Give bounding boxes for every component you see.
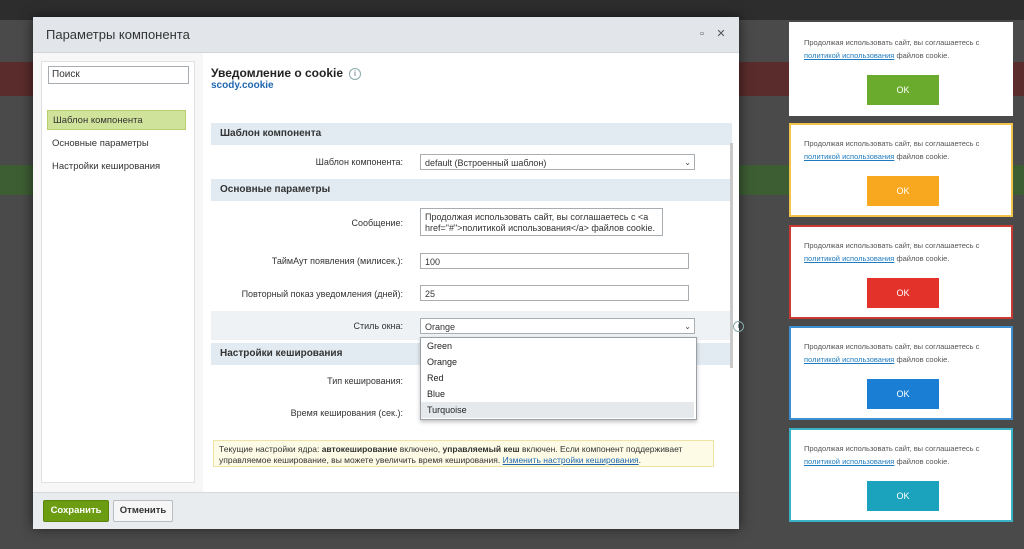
style-dropdown-list: Green Orange Red Blue Turquoise (420, 337, 697, 420)
cookie-ok-button[interactable]: OK (867, 176, 939, 206)
timeout-input[interactable]: 100 (420, 253, 689, 269)
dropdown-option[interactable]: Blue (421, 386, 694, 402)
repeat-input[interactable]: 25 (420, 285, 689, 301)
note-text: Текущие настройки ядра: (219, 444, 322, 454)
cookie-notice-text-part: Продолжая использовать сайт, вы соглашае… (804, 38, 980, 47)
cookie-policy-link[interactable]: политикой использования (804, 51, 894, 60)
dialog-body: Поиск Шаблон компонента Основные парамет… (33, 53, 744, 492)
cookie-notice-turquoise: Продолжая использовать сайт, вы соглашае… (789, 428, 1013, 522)
cookie-ok-button[interactable]: OK (867, 75, 939, 105)
cookie-notice-text: Продолжая использовать сайт, вы соглашае… (804, 137, 1004, 163)
template-label: Шаблон компонента: (315, 157, 403, 167)
note-text: управляемый кеш (442, 444, 520, 454)
cookie-notice-green: Продолжая использовать сайт, вы соглашае… (789, 22, 1013, 116)
cookie-policy-link[interactable]: политикой использования (804, 457, 894, 466)
sidebar-item-main-params[interactable]: Основные параметры (47, 134, 186, 154)
template-select[interactable]: default (Встроенный шаблон) ⌄ (420, 154, 695, 170)
cookie-notice-text-part: файлов cookie. (894, 457, 950, 466)
cache-settings-link[interactable]: Изменить настройки кеширования (503, 455, 639, 465)
info-icon[interactable]: i (349, 67, 362, 80)
cookie-notice-text-part: Продолжая использовать сайт, вы соглашае… (804, 139, 980, 148)
component-code: scody.cookie (211, 80, 274, 91)
component-title-text: Уведомление о cookie (211, 66, 344, 80)
cache-note: Текущие настройки ядра: автокеширование … (213, 440, 714, 467)
chevron-down-icon: ⌄ (684, 158, 691, 167)
dialog-title: Параметры компонента (46, 27, 190, 42)
cookie-notice-text: Продолжая использовать сайт, вы соглашае… (804, 340, 1004, 366)
note-text: автокеширование (321, 444, 398, 454)
settings-panel: Уведомление о cookie i scody.cookie Шабло… (203, 53, 744, 492)
cookie-ok-button[interactable]: OK (867, 481, 939, 511)
dropdown-option[interactable]: Green (421, 338, 694, 354)
component-settings-dialog: Параметры компонента ▫ ✕ Поиск Шаблон ко… (33, 17, 744, 529)
maximize-icon[interactable]: ▫ (696, 28, 708, 40)
cookie-notice-text-part: Продолжая использовать сайт, вы соглашае… (804, 241, 980, 250)
note-text: . (638, 455, 642, 465)
cookie-policy-link[interactable]: политикой использования (804, 355, 894, 364)
cookie-notice-text: Продолжая использовать сайт, вы соглашае… (804, 36, 1004, 62)
cookie-notice-text-part: Продолжая использовать сайт, вы соглашае… (804, 342, 980, 351)
cookie-notice-text-part: файлов cookie. (894, 355, 950, 364)
template-select-value: default (Встроенный шаблон) (425, 158, 547, 168)
timeout-label: ТаймАут появления (милисек.): (271, 256, 403, 266)
cookie-notice-text-part: файлов cookie. (894, 152, 950, 161)
cache-type-label: Тип кеширования: (327, 376, 403, 386)
message-textarea[interactable]: Продолжая использовать сайт, вы соглашае… (420, 208, 663, 236)
cookie-policy-link[interactable]: политикой использования (804, 254, 894, 263)
cancel-button[interactable]: Отменить (113, 500, 173, 522)
note-text: включено, (397, 444, 443, 454)
style-select-value: Orange (425, 322, 456, 332)
chevron-down-icon: ⌄ (684, 322, 691, 331)
dialog-footer: Сохранить Отменить (33, 492, 739, 529)
section-main: Основные параметры (211, 179, 732, 201)
sidebar: Поиск Шаблон компонента Основные парамет… (41, 61, 195, 483)
dialog-header: Параметры компонента ▫ ✕ (33, 17, 739, 53)
info-icon[interactable]: i (733, 321, 744, 332)
cookie-notice-text: Продолжая использовать сайт, вы соглашае… (804, 442, 1004, 468)
style-label: Стиль окна: (353, 321, 403, 331)
repeat-label: Повторный показ уведомления (дней): (241, 289, 403, 299)
cookie-notice-blue: Продолжая использовать сайт, вы соглашае… (789, 326, 1013, 420)
cookie-ok-button[interactable]: OK (867, 379, 939, 409)
cookie-notice-text: Продолжая использовать сайт, вы соглашае… (804, 239, 1004, 265)
dropdown-option-highlighted[interactable]: Turquoise (421, 402, 694, 418)
cookie-notice-text-part: Продолжая использовать сайт, вы соглашае… (804, 444, 980, 453)
cookie-notice-red: Продолжая использовать сайт, вы соглашае… (789, 225, 1013, 319)
cookie-policy-link[interactable]: политикой использования (804, 152, 894, 161)
save-button[interactable]: Сохранить (43, 500, 109, 522)
cookie-notice-orange: Продолжая использовать сайт, вы соглашае… (789, 123, 1013, 217)
sidebar-item-caching[interactable]: Настройки кеширования (47, 157, 186, 177)
cookie-notice-text-part: файлов cookie. (894, 254, 950, 263)
message-label: Сообщение: (351, 218, 403, 228)
close-icon[interactable]: ✕ (715, 28, 727, 40)
cookie-notice-text-part: файлов cookie. (894, 51, 950, 60)
cookie-ok-button[interactable]: OK (867, 278, 939, 308)
dropdown-option[interactable]: Orange (421, 354, 694, 370)
sidebar-item-template[interactable]: Шаблон компонента (47, 110, 186, 130)
cache-time-label: Время кеширования (сек.): (290, 408, 403, 418)
scrollbar[interactable] (730, 143, 733, 368)
search-input[interactable]: Поиск (48, 66, 189, 84)
dropdown-option[interactable]: Red (421, 370, 694, 386)
style-select[interactable]: Orange ⌄ (420, 318, 695, 334)
component-title: Уведомление о cookie i (211, 66, 362, 80)
section-template: Шаблон компонента (211, 123, 732, 145)
